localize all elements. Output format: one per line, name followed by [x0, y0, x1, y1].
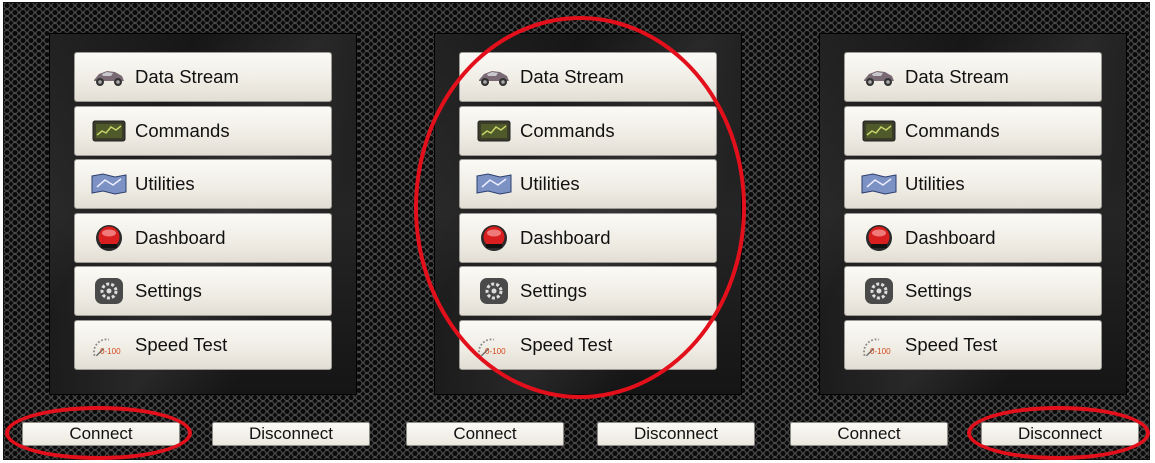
svg-text:0-100: 0-100 — [100, 347, 121, 356]
connect-button[interactable]: Connect — [22, 422, 180, 446]
speed-test-label: Speed Test — [520, 334, 613, 355]
red-gauge-icon — [91, 224, 127, 252]
car-icon — [91, 63, 127, 91]
dashboard-label: Dashboard — [905, 227, 996, 248]
utilities-button[interactable]: Utilities — [459, 159, 717, 209]
commands-button[interactable]: Commands — [74, 106, 332, 156]
utilities-button[interactable]: Utilities — [74, 159, 332, 209]
dashboard-button[interactable]: Dashboard — [844, 213, 1102, 263]
data-stream-label: Data Stream — [135, 66, 239, 87]
menu-panel-right: Data Stream Commands Utilities Dashboard… — [820, 34, 1126, 394]
utilities-label: Utilities — [905, 173, 965, 194]
data-stream-button[interactable]: Data Stream — [74, 52, 332, 102]
commands-button[interactable]: Commands — [459, 106, 717, 156]
settings-label: Settings — [905, 280, 972, 301]
dashboard-label: Dashboard — [520, 227, 611, 248]
settings-label: Settings — [520, 280, 587, 301]
gear-icon — [91, 277, 127, 305]
dashboard-button[interactable]: Dashboard — [459, 213, 717, 263]
speed-test-label: Speed Test — [135, 334, 228, 355]
map-icon — [476, 170, 512, 198]
speed-test-button[interactable]: 0-100 Speed Test — [844, 320, 1102, 370]
app-background: Data Stream Commands Utilities Dashboard… — [3, 2, 1150, 460]
speed-test-button[interactable]: 0-100 Speed Test — [459, 320, 717, 370]
speed-test-label: Speed Test — [905, 334, 998, 355]
svg-text:0-100: 0-100 — [870, 347, 891, 356]
dashboard-label: Dashboard — [135, 227, 226, 248]
connect-button[interactable]: Connect — [790, 422, 948, 446]
data-stream-label: Data Stream — [520, 66, 624, 87]
connect-button[interactable]: Connect — [406, 422, 564, 446]
commands-label: Commands — [520, 120, 615, 141]
map-icon — [91, 170, 127, 198]
data-stream-button[interactable]: Data Stream — [459, 52, 717, 102]
speedometer-icon: 0-100 — [476, 331, 512, 359]
monitor-icon — [476, 117, 512, 145]
svg-text:0-100: 0-100 — [485, 347, 506, 356]
car-icon — [476, 63, 512, 91]
commands-button[interactable]: Commands — [844, 106, 1102, 156]
speedometer-icon: 0-100 — [91, 331, 127, 359]
data-stream-label: Data Stream — [905, 66, 1009, 87]
car-icon — [861, 63, 897, 91]
speedometer-icon: 0-100 — [861, 331, 897, 359]
disconnect-button[interactable]: Disconnect — [981, 422, 1139, 446]
data-stream-button[interactable]: Data Stream — [844, 52, 1102, 102]
settings-button[interactable]: Settings — [844, 266, 1102, 316]
commands-label: Commands — [135, 120, 230, 141]
settings-button[interactable]: Settings — [459, 266, 717, 316]
speed-test-button[interactable]: 0-100 Speed Test — [74, 320, 332, 370]
utilities-label: Utilities — [520, 173, 580, 194]
settings-label: Settings — [135, 280, 202, 301]
disconnect-button[interactable]: Disconnect — [212, 422, 370, 446]
utilities-label: Utilities — [135, 173, 195, 194]
dashboard-button[interactable]: Dashboard — [74, 213, 332, 263]
utilities-button[interactable]: Utilities — [844, 159, 1102, 209]
monitor-icon — [91, 117, 127, 145]
disconnect-button[interactable]: Disconnect — [597, 422, 755, 446]
gear-icon — [476, 277, 512, 305]
map-icon — [861, 170, 897, 198]
commands-label: Commands — [905, 120, 1000, 141]
menu-panel-left: Data Stream Commands Utilities Dashboard… — [50, 34, 356, 394]
gear-icon — [861, 277, 897, 305]
settings-button[interactable]: Settings — [74, 266, 332, 316]
red-gauge-icon — [476, 224, 512, 252]
monitor-icon — [861, 117, 897, 145]
red-gauge-icon — [861, 224, 897, 252]
menu-panel-center: Data Stream Commands Utilities Dashboard… — [435, 34, 741, 394]
